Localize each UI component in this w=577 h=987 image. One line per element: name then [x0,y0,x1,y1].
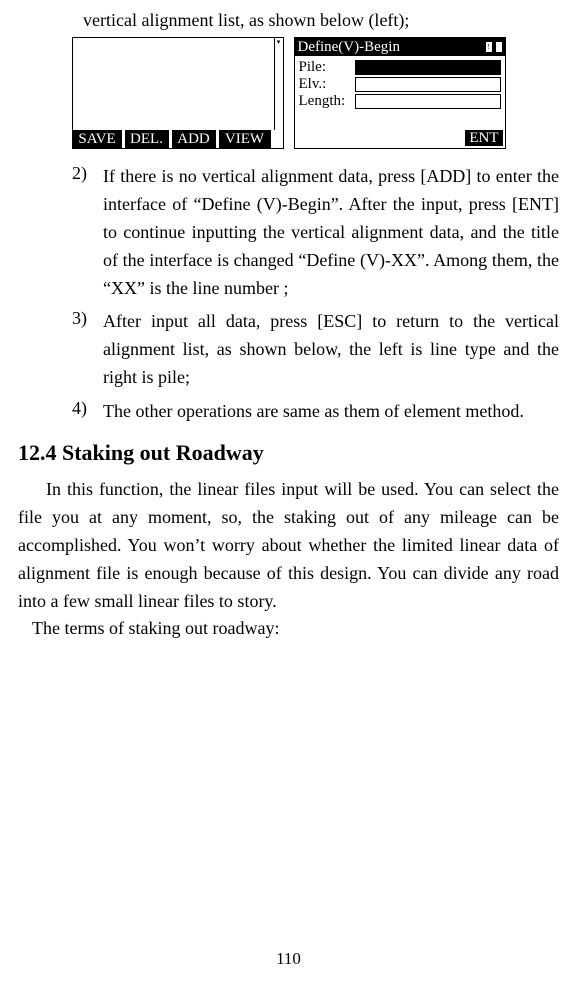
intro-text: vertical alignment list, as shown below … [83,10,559,31]
title-icons: ! [485,41,505,53]
elv-label: Elv.: [299,76,355,93]
add-button[interactable]: ADD [172,130,216,148]
section-heading: 12.4 Staking out Roadway [18,440,559,466]
list-number: 3) [18,308,103,392]
left-panel: ▾ SAVE DEL. ADD VIEW [72,37,284,149]
body-paragraph-1: In this function, the linear files input… [18,476,559,615]
screenshot-panels: ▾ SAVE DEL. ADD VIEW Define(V)-Begin ! P… [18,37,559,149]
numbered-list: 2) If there is no vertical alignment dat… [18,163,559,426]
scroll-arrow-icon: ▾ [275,38,283,46]
right-panel: Define(V)-Begin ! Pile: Elv.: Length: EN… [294,37,506,149]
body-paragraph-2: The terms of staking out roadway: [18,615,559,643]
pile-input[interactable] [355,60,501,75]
length-row: Length: [299,93,501,110]
page-number: 110 [0,949,577,969]
ent-button[interactable]: ENT [465,130,502,146]
field-group: Pile: Elv.: Length: [295,56,505,110]
view-button[interactable]: VIEW [219,130,271,148]
status-icon: ! [485,41,493,53]
battery-icon [495,41,503,53]
length-input[interactable] [355,94,501,109]
list-item-2: 2) If there is no vertical alignment dat… [18,163,559,302]
panel-title-bar: Define(V)-Begin ! [295,38,505,56]
pile-label: Pile: [299,59,355,76]
save-button[interactable]: SAVE [73,130,122,148]
length-label: Length: [299,93,355,110]
list-text: If there is no vertical alignment data, … [103,163,559,302]
elv-input[interactable] [355,77,501,92]
list-number: 2) [18,163,103,302]
list-number: 4) [18,398,103,426]
list-text: After input all data, press [ESC] to ret… [103,308,559,392]
panel-title: Define(V)-Begin [298,38,400,56]
delete-button[interactable]: DEL. [125,130,169,148]
left-button-row: SAVE DEL. ADD VIEW [73,130,283,148]
list-item-4: 4) The other operations are same as them… [18,398,559,426]
list-item-3: 3) After input all data, press [ESC] to … [18,308,559,392]
list-text: The other operations are same as them of… [103,398,559,426]
scrollbar[interactable]: ▾ [274,38,283,130]
elv-row: Elv.: [299,76,501,93]
pile-row: Pile: [299,59,501,76]
